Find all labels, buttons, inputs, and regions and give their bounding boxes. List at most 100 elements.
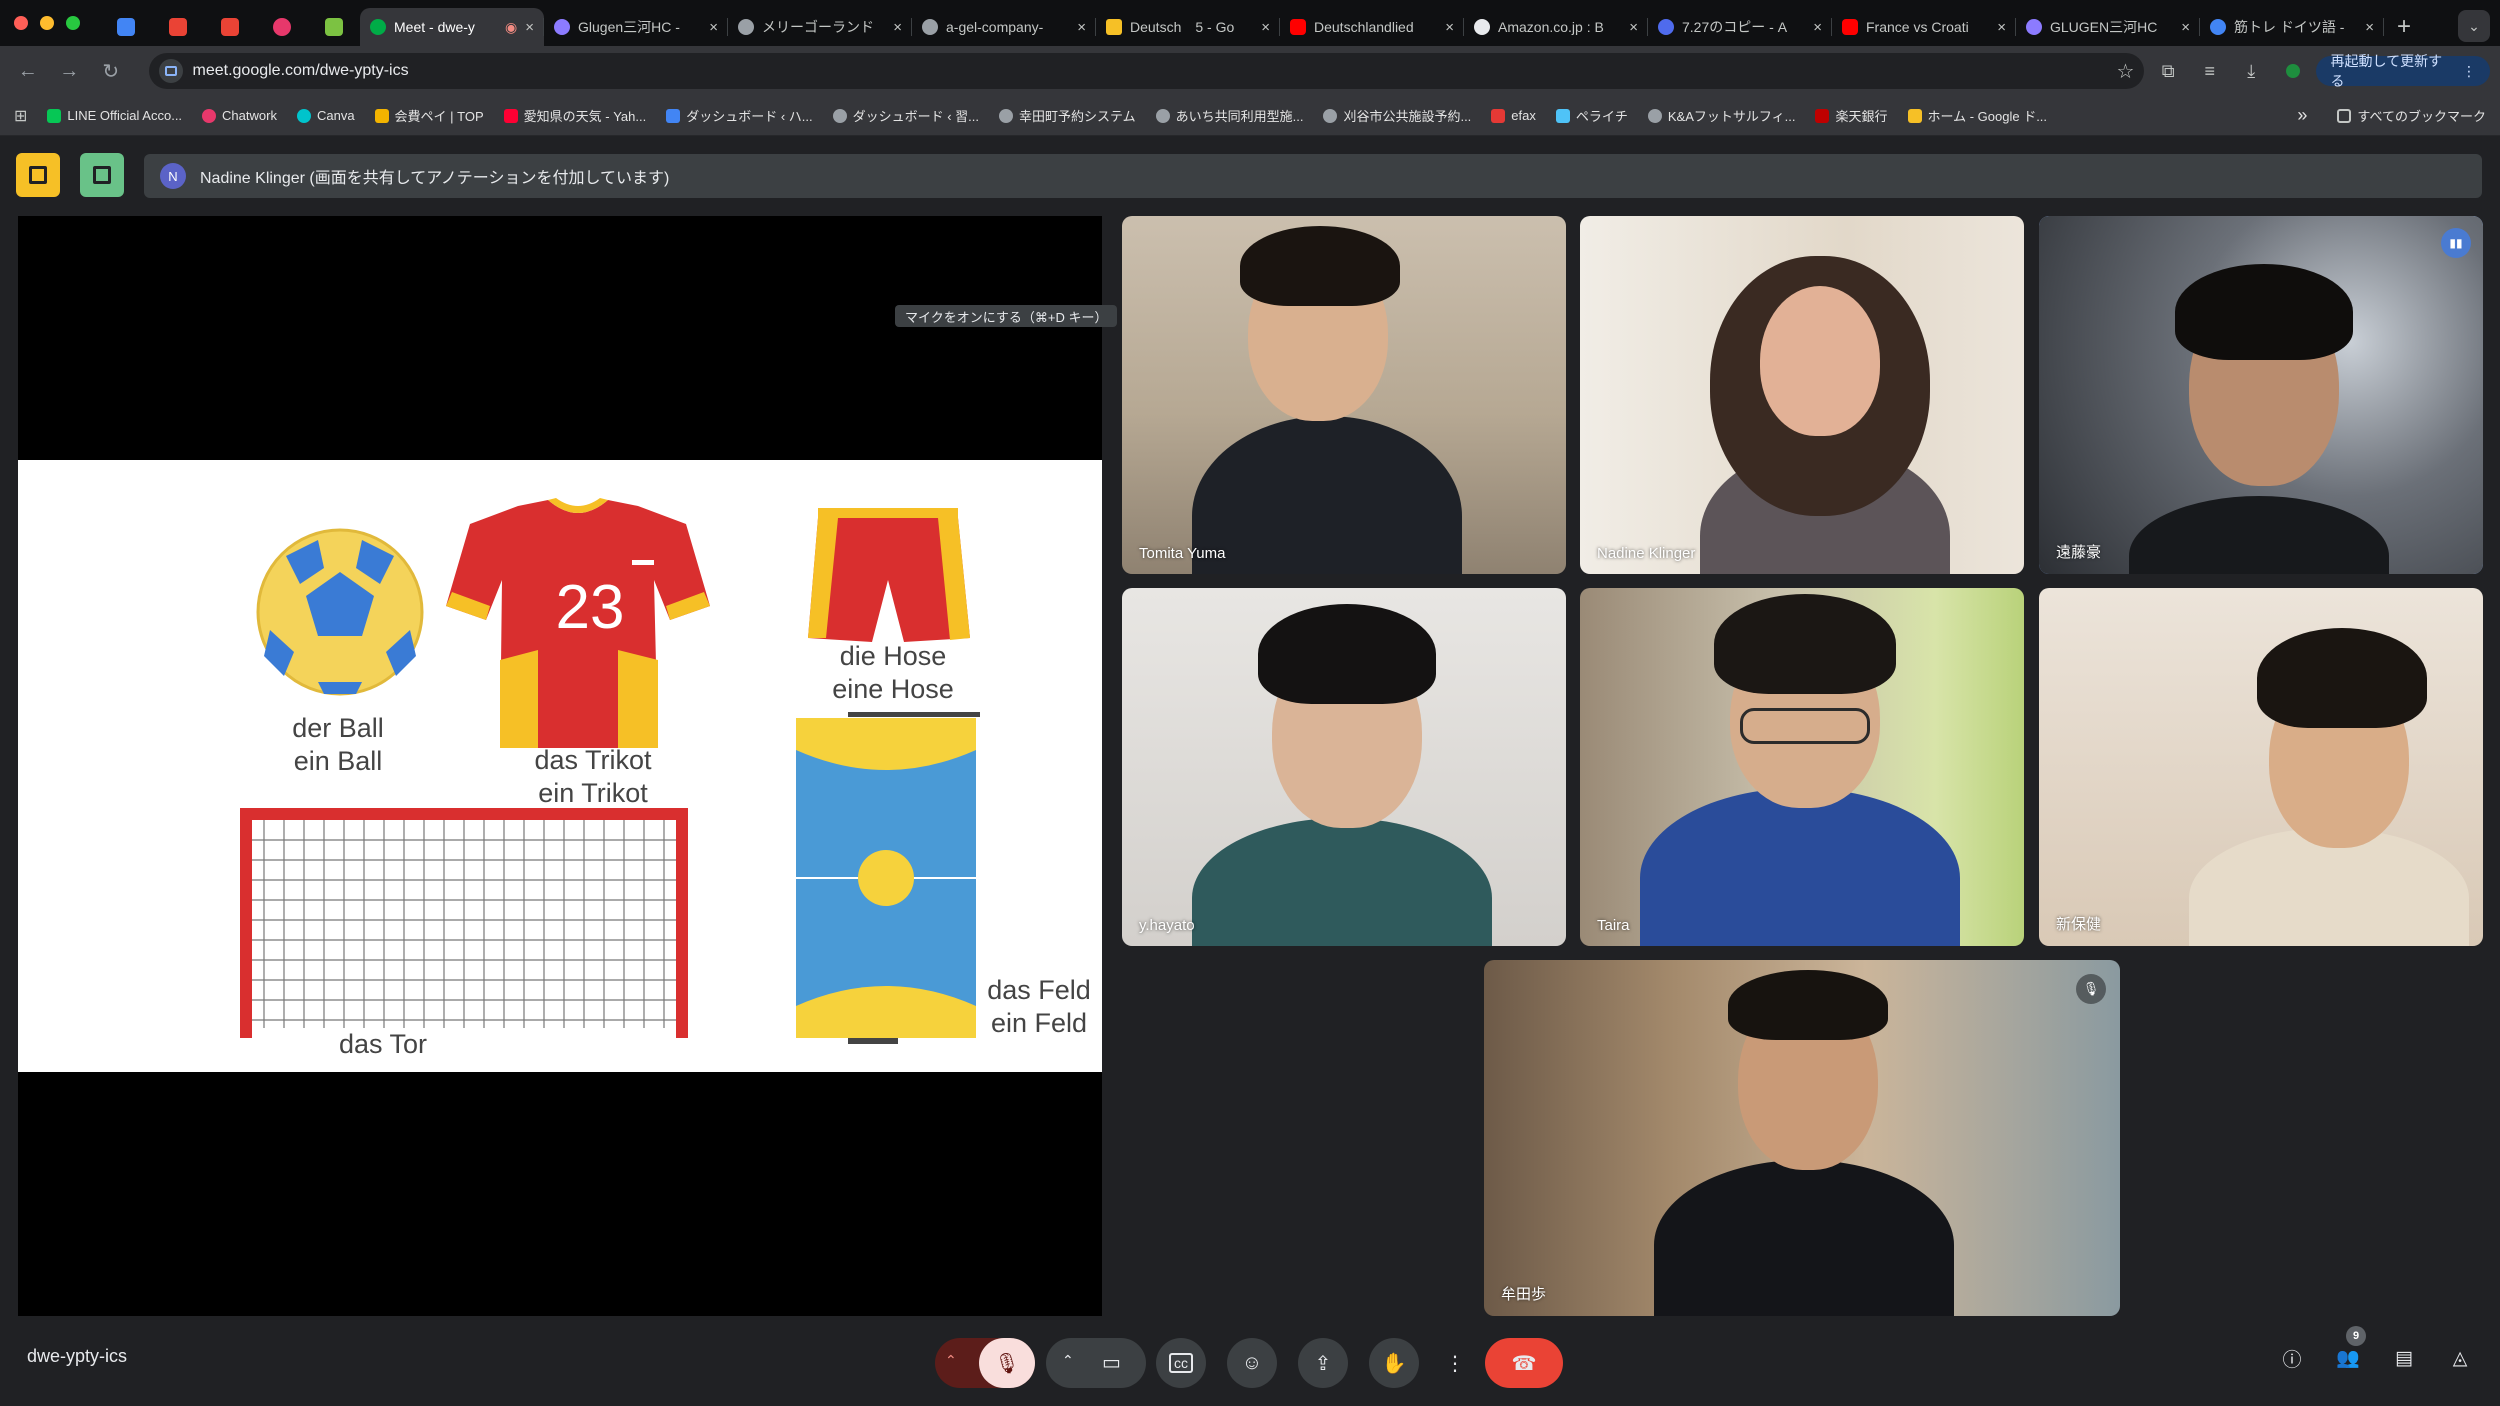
reload-button[interactable]: ↻ [93,53,129,89]
download-icon[interactable]: ⤓ [2233,53,2269,89]
companion-mode-button[interactable] [16,153,60,197]
audio-options-button[interactable]: ⌃ [945,1352,957,1369]
bookmark-chatwork[interactable]: Chatwork [202,108,277,123]
participant-tile[interactable]: 🎙 牟田歩 [1484,960,2120,1316]
participant-name: 遠藤豪 [2056,544,2102,561]
bookmarks-overflow-button[interactable]: » [2297,105,2307,126]
tab-merry-go-round[interactable]: メリーゴーランド × [728,8,912,46]
meeting-info-icon[interactable]: ⓘ [2280,1346,2304,1371]
bookmark-canva[interactable]: Canva [296,108,355,123]
bookmark-yahoo-weather[interactable]: 愛知県の天気 - Yah... [503,106,646,125]
people-icon[interactable]: 👥 9 [2336,1326,2366,1370]
raise-hand-button[interactable]: ✋ [1369,1338,1419,1388]
participant-tile[interactable]: y.hayato [1122,588,1566,946]
close-tab-icon[interactable]: × [1629,19,1638,36]
apps-icon[interactable]: ⊞ [14,106,27,126]
address-bar[interactable]: meet.google.com/dwe-ypty-ics ☆ [148,53,2145,89]
end-call-button[interactable]: ☎ [1485,1338,1563,1388]
url-text[interactable]: meet.google.com/dwe-ypty-ics [193,62,2107,80]
tab-amazon[interactable]: Amazon.co.jp : B × [1464,8,1648,46]
present-button[interactable]: ⇪ [1298,1338,1348,1388]
presentation-stage[interactable]: 23 der Ball ein Ball das Trikot ein Trik… [18,216,1102,1316]
update-button[interactable]: 再起動して更新する ⋮ [2316,53,2491,89]
zoom-window-button[interactable] [66,16,80,30]
bookmark-kota-yoyaku[interactable]: 幸田町予約システム [998,106,1136,125]
tab-7-27-copy[interactable]: 7.27のコピー - A × [1648,8,1832,46]
close-tab-icon[interactable]: × [1077,19,1086,36]
participant-tile-active-speaker[interactable]: ▮▮ 遠藤豪 [2039,216,2483,574]
participant-video [1182,216,1482,574]
camera-toggle-button[interactable]: ▭ [1102,1350,1121,1375]
bookmark-star-icon[interactable]: ☆ [2117,59,2135,84]
yahoo-icon [503,108,518,123]
video-options-button[interactable]: ⌃ [1062,1352,1074,1369]
participant-tile[interactable]: Nadine Klinger [1580,216,2024,574]
bookmark-line[interactable]: LINE Official Acco... [47,108,182,123]
cast-button[interactable] [80,153,124,197]
more-menu-icon[interactable]: ⋮ [2462,63,2476,80]
tab-a-gel[interactable]: a-gel-company- × [912,8,1096,46]
participant-video [2109,216,2409,574]
tab-kintore[interactable]: 筋トレ ドイツ語 - × [2200,8,2384,46]
app-icon [325,18,343,36]
close-tab-icon[interactable]: × [525,19,534,36]
pinned-tab-gmail[interactable] [152,8,204,46]
close-tab-icon[interactable]: × [2365,19,2374,36]
bookmark-aichi-shisetsu[interactable]: あいち共同利用型施... [1155,106,1303,125]
tab-search-button[interactable]: ⌄ [2458,10,2490,42]
back-button[interactable]: ← [10,53,46,89]
profile-icon[interactable] [2275,53,2311,89]
mic-toggle-button[interactable]: 🎙 [979,1338,1035,1388]
bookmark-dashboard-2[interactable]: ダッシュボード ‹ 習... [832,106,979,125]
minimize-window-button[interactable] [40,16,54,30]
extensions-icon[interactable]: ⧉ [2150,53,2186,89]
bookmark-kariya[interactable]: 刈谷市公共施設予約... [1323,106,1471,125]
participant-name: Tomita Yuma [1139,545,1226,562]
tab-deutschlandlied[interactable]: Deutschlandlied × [1280,8,1464,46]
tab-france-croatia[interactable]: France vs Croati × [1832,8,2016,46]
pinned-tab-app[interactable] [308,8,360,46]
end-call-icon: ☎ [1511,1352,1537,1375]
pinned-tab-gmail-2[interactable] [204,8,256,46]
forward-button[interactable]: → [52,53,88,89]
chat-icon[interactable]: ▤ [2392,1346,2416,1370]
close-tab-icon[interactable]: × [893,19,902,36]
presenter-banner: N Nadine Klinger (画面を共有してアノテーションを付加しています… [144,154,2482,198]
close-tab-icon[interactable]: × [1997,19,2006,36]
participant-name: Taira [1597,917,1630,934]
close-tab-icon[interactable]: × [709,19,718,36]
new-tab-button[interactable]: + [2384,8,2424,46]
participant-tile[interactable]: Tomita Yuma [1122,216,1566,574]
bookmark-label: K&Aフットサルフィ... [1667,109,1796,124]
ball-label: der Ball ein Ball [292,713,384,776]
close-window-button[interactable] [14,16,28,30]
more-options-button[interactable]: ⋮ [1440,1338,1470,1388]
bookmark-efax[interactable]: efax [1491,108,1536,123]
close-tab-icon[interactable]: × [1813,19,1822,36]
tab-meet[interactable]: Meet - dwe-y ◉ × [360,8,544,46]
tab-glugen-2[interactable]: GLUGEN三河HC × [2016,8,2200,46]
all-bookmarks-button[interactable]: すべてのブックマーク [2337,106,2486,125]
bookmark-peraichi[interactable]: ペライチ [1555,106,1628,125]
tab-glugen[interactable]: Glugen三河HC - × [544,8,728,46]
site-info-icon[interactable] [158,59,183,83]
bookmark-dashboard-1[interactable]: ダッシュボード ‹ ハ... [666,106,813,125]
bookmark-google-drive[interactable]: ホーム - Google ド... [1907,106,2047,125]
browser-tab-bar: Meet - dwe-y ◉ × Glugen三河HC - × メリーゴーランド × a… [0,0,2500,46]
reactions-button[interactable]: ☺ [1227,1338,1277,1388]
captions-button[interactable]: cc [1156,1338,1206,1388]
participant-tile[interactable]: 新保健 [2039,588,2483,946]
pinned-tab-calendar[interactable] [100,8,152,46]
amazon-icon [1474,19,1490,35]
close-tab-icon[interactable]: × [1261,19,1270,36]
bookmark-rakuten[interactable]: 楽天銀行 [1815,106,1888,125]
close-tab-icon[interactable]: × [2181,19,2190,36]
close-tab-icon[interactable]: × [1445,19,1454,36]
pinned-tab-chatwork[interactable] [256,8,308,46]
bookmark-futsal[interactable]: K&Aフットサルフィ... [1647,106,1796,125]
participant-tile[interactable]: Taira [1580,588,2024,946]
tab-deutsch-slides[interactable]: Deutsch 5 - Go × [1096,8,1280,46]
activities-icon[interactable]: ◬ [2448,1346,2472,1370]
reading-list-icon[interactable]: ≡ [2192,53,2228,89]
bookmark-kaihi-pay[interactable]: 会費ペイ | TOP [374,106,484,125]
